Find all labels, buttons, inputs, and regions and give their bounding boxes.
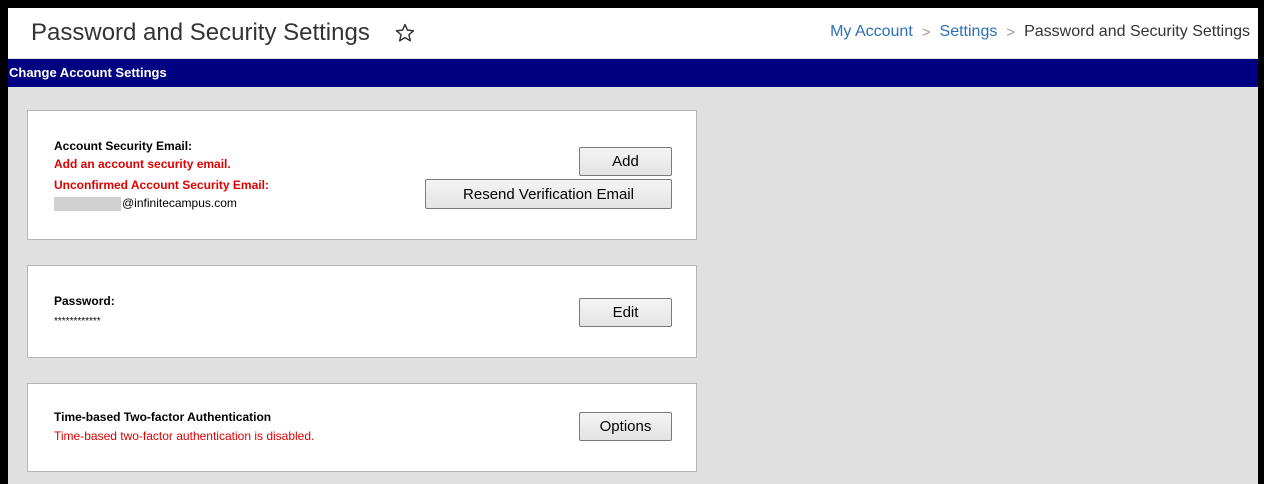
unconfirmed-email-label: Unconfirmed Account Security Email:: [54, 178, 269, 192]
page-header: Password and Security Settings My Accoun…: [8, 8, 1258, 58]
chevron-right-icon: >: [921, 23, 931, 41]
two-factor-label: Time-based Two-factor Authentication: [54, 410, 272, 424]
breadcrumb-settings[interactable]: Settings: [940, 23, 998, 41]
breadcrumb-current: Password and Security Settings: [1024, 23, 1250, 40]
star-icon[interactable]: [394, 22, 416, 44]
section-header: Change Account Settings: [8, 59, 1258, 87]
page-title: Password and Security Settings: [31, 19, 370, 46]
edit-password-button[interactable]: Edit: [579, 298, 672, 327]
two-factor-options-button[interactable]: Options: [579, 412, 672, 441]
add-email-prompt: Add an account security email.: [54, 157, 231, 171]
two-factor-status: Time-based two-factor authentication is …: [54, 429, 315, 443]
security-email-card: Account Security Email: Add an account s…: [27, 110, 697, 240]
password-label: Password:: [54, 294, 115, 308]
password-masked-value: ************: [54, 316, 101, 327]
password-card: Password: ************ Edit: [27, 265, 697, 358]
unconfirmed-email-value: @infinitecampus.com: [54, 196, 237, 211]
app-frame: Password and Security Settings My Accoun…: [8, 8, 1258, 484]
resend-verification-button[interactable]: Resend Verification Email: [425, 179, 672, 209]
security-email-label: Account Security Email:: [54, 139, 193, 153]
breadcrumb-my-account[interactable]: My Account: [830, 23, 913, 41]
two-factor-card: Time-based Two-factor Authentication Tim…: [27, 383, 697, 472]
chevron-right-icon: >: [1006, 23, 1016, 41]
add-email-button[interactable]: Add: [579, 147, 672, 176]
email-domain: @infinitecampus.com: [122, 196, 237, 210]
redacted-email-user: [54, 196, 121, 211]
breadcrumb: My Account > Settings > Password and Sec…: [830, 23, 1250, 41]
